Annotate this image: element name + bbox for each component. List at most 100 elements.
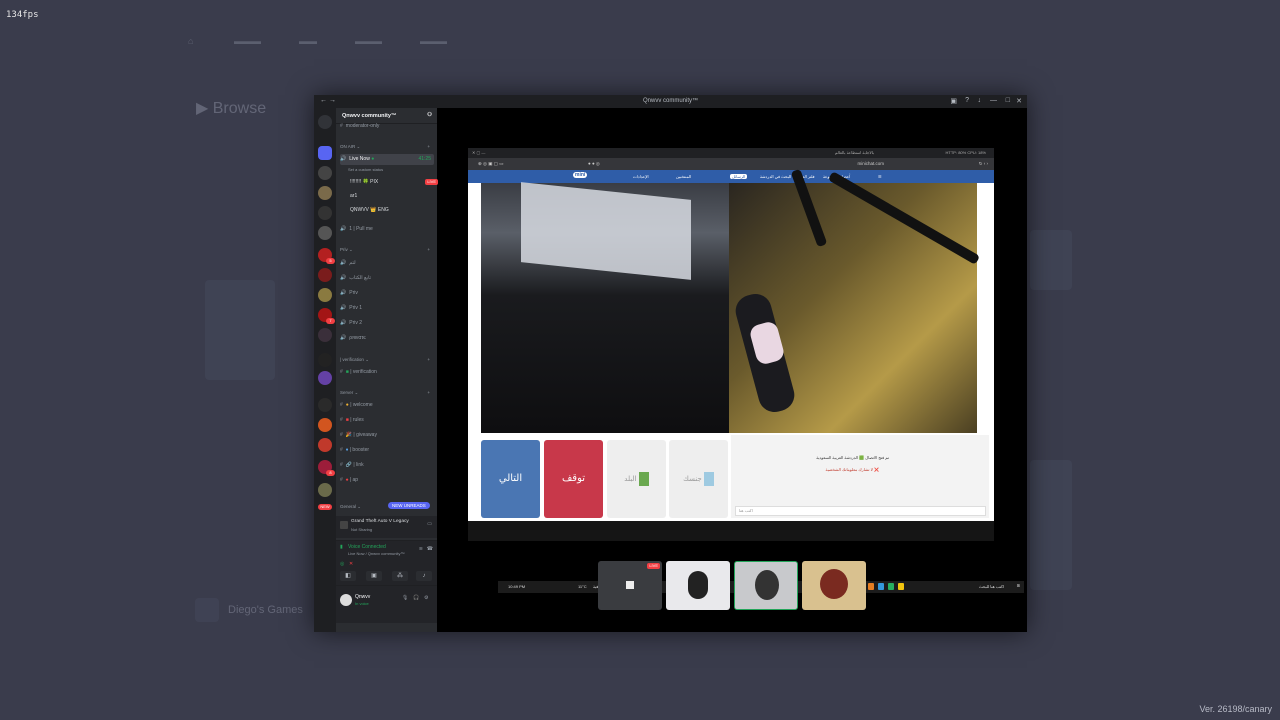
close-icon[interactable]: ✕	[1016, 97, 1022, 105]
server-list: 5 7 8 NEW	[314, 108, 336, 632]
window-title: Qnwvv community™	[642, 98, 698, 104]
new-unreads-button[interactable]: NEW UNREADS	[388, 502, 430, 509]
stream-preview-icon	[626, 581, 634, 589]
server-icon[interactable]	[318, 353, 332, 367]
taskbar-app-icon	[898, 583, 904, 590]
site-nav-item: المنتخبين	[676, 174, 692, 179]
site-nav-item: الإعدادات	[633, 174, 649, 179]
voice-channel[interactable]: 🔊 ρяινατє	[340, 333, 434, 344]
voice-channel[interactable]: 🔊 1 | Pull me	[340, 224, 434, 235]
signal-icon[interactable]: ▮	[340, 544, 343, 550]
download-icon[interactable]: ↓	[978, 97, 982, 104]
text-channel[interactable]: # ■ | rules	[340, 415, 434, 426]
server-icon[interactable]	[318, 166, 332, 180]
perf-stats: HTTP: 80% CPU: 18%	[945, 150, 986, 155]
extension-icons: ● ● ◎	[588, 161, 600, 166]
background-nav: ⌂ ▬▬▬ ▬▬ ▬▬▬ ▬▬▬	[188, 36, 447, 46]
server-icon[interactable]	[318, 328, 332, 342]
monitor-in-video	[521, 182, 691, 280]
voice-channel[interactable]: 🔊 لتم	[340, 258, 434, 269]
microphone-icon[interactable]: 🎙	[402, 595, 408, 601]
settings-gear-icon[interactable]: ⚙	[424, 595, 428, 601]
taskbar-search: اكتب هنا للبحث	[978, 584, 1004, 589]
voice-channel[interactable]: 🔊 Priv	[340, 288, 434, 299]
server-icon[interactable]	[318, 483, 332, 497]
participant-tile[interactable]	[802, 561, 866, 610]
participant-tile[interactable]	[666, 561, 730, 610]
site-nav-item: البحث في الدردشة	[760, 174, 792, 179]
server-icon[interactable]	[318, 226, 332, 240]
voice-location[interactable]: Live Now / Qnwvv community™	[348, 551, 404, 556]
server-icon[interactable]	[318, 146, 332, 160]
text-channel[interactable]: # 🎉 | giveaway	[340, 430, 434, 441]
activities-button[interactable]: ⁂	[392, 571, 408, 581]
text-channel[interactable]: # 🔗 | link	[340, 460, 434, 471]
server-icon[interactable]	[318, 438, 332, 452]
participant-tile-speaking[interactable]	[734, 561, 798, 610]
server-icon[interactable]	[318, 371, 332, 385]
help-icon[interactable]: ?	[965, 97, 969, 104]
live-badge: LIVE	[647, 563, 660, 569]
noise-suppression-icon[interactable]: ≋	[419, 546, 423, 552]
category-on-air[interactable]: ON AIR ⌄ +	[340, 141, 434, 152]
voice-member[interactable]: ar1	[350, 191, 444, 202]
text-channel[interactable]: # ♦ | booster	[340, 445, 434, 456]
server-icon[interactable]	[318, 186, 332, 200]
participant-tile[interactable]: LIVE	[598, 561, 662, 610]
server-icon[interactable]	[318, 288, 332, 302]
custom-status-text[interactable]: Set a custom status	[348, 164, 442, 175]
user-name[interactable]: Qnwvv	[355, 594, 370, 600]
add-member-icon[interactable]: ⚇	[427, 112, 432, 118]
reload-icon: ↻ ‹ ›	[978, 161, 988, 166]
voice-channel[interactable]: 🔊 تابع الكتاب	[340, 273, 434, 284]
discord-home-icon[interactable]	[318, 115, 332, 129]
gender-icon	[703, 472, 714, 486]
stream-viewer: ✕ ▢ — بالاجابة استطاعة بالعالم HTTP: 80%…	[438, 108, 1027, 632]
window-controls-icon: ✕ ▢ —	[472, 150, 486, 155]
site-nav: mini الإعدادات المنتخبين الرسائل البحث ف…	[468, 170, 994, 183]
voice-channel[interactable]: 🔊 Priv 1	[340, 303, 434, 314]
share-screen-icon[interactable]: ▭	[427, 521, 432, 527]
text-channel[interactable]: # ■ | verification	[340, 367, 434, 378]
text-channel[interactable]: # ● | welcome	[340, 400, 434, 411]
category-verification[interactable]: | verification ⌄ +	[340, 354, 434, 365]
camera-button[interactable]: ◧	[340, 571, 356, 581]
background-card	[1030, 460, 1072, 590]
chat-line: لا تشارك معلوماتك الشخصية ❌	[825, 467, 879, 472]
text-channel[interactable]: # ♠ | ap	[340, 475, 434, 486]
inbox-icon[interactable]: ▣	[950, 97, 957, 105]
voice-channel[interactable]: 🔊 Priv 2	[340, 318, 434, 329]
disconnect-icon[interactable]: ☎	[427, 546, 433, 552]
server-icon[interactable]	[318, 418, 332, 432]
category-server[interactable]: Server ⌄ +	[340, 387, 434, 398]
screen-share-button[interactable]: ▣	[366, 571, 382, 581]
minimize-icon[interactable]: —	[990, 97, 997, 104]
soundboard-button[interactable]: ♪	[416, 571, 432, 581]
background-heading: ▶ Browse	[196, 100, 267, 117]
title-bar: ← → Qnwvv community™ ▣ ? ↓ — □ ✕	[314, 95, 1027, 108]
avatar[interactable]	[340, 594, 352, 606]
channel-sidebar: Qnwvv community™ ⚇ # moderator-only ON AI…	[336, 108, 438, 632]
stop-button: توقف	[544, 440, 603, 518]
browser-toolbar-icons: ⊕ ◎ ▣ ▢ ▭	[478, 161, 504, 166]
voice-member[interactable]: !!!!!!!! 🍀 PIX LIVE	[350, 177, 444, 188]
category-priv[interactable]: Priv ⌄ +	[340, 244, 434, 255]
chat-line: تم فتح الاتصال 🟩 الدردشة العربية السعودي…	[816, 455, 889, 460]
krisp-icon[interactable]: ◎	[340, 561, 344, 567]
channel-item[interactable]: # moderator-only	[340, 121, 434, 132]
windows-start-icon: ⊞	[1016, 583, 1020, 588]
server-icon[interactable]	[318, 206, 332, 220]
headphones-icon[interactable]: 🎧	[413, 595, 419, 601]
browser-address-bar: ⊕ ◎ ▣ ▢ ▭ ● ● ◎ minichat.com ↻ ‹ ›	[468, 158, 994, 170]
voice-member[interactable]: QNWVV 👑 ENG	[350, 205, 444, 216]
server-icon[interactable]	[318, 398, 332, 412]
taskbar-weather: 11°C	[578, 584, 587, 589]
server-icon[interactable]	[318, 268, 332, 282]
next-button: التالي	[481, 440, 540, 518]
avatar	[755, 570, 779, 600]
maximize-icon[interactable]: □	[1006, 97, 1010, 104]
stop-stream-icon[interactable]: ✕	[349, 561, 353, 567]
menu-icon: ☰	[878, 174, 882, 179]
background-card	[1030, 230, 1072, 290]
new-badge: NEW	[318, 504, 332, 510]
